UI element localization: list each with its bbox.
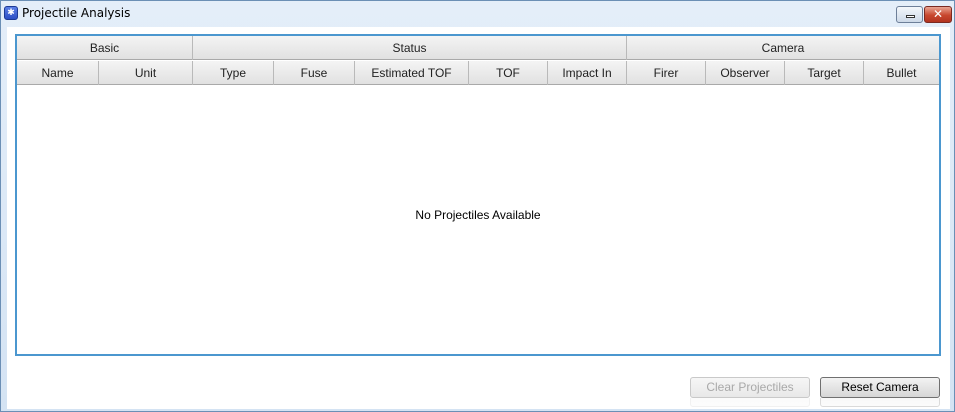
clear-button-reflection-image (690, 398, 810, 407)
column-header-bullet[interactable]: Bullet (864, 61, 939, 85)
reset-button-reflection-image (820, 398, 940, 407)
group-header-basic[interactable]: Basic (17, 36, 193, 60)
column-header-unit[interactable]: Unit (99, 61, 193, 85)
title-bar[interactable]: ✱ Projectile Analysis ✕ (1, 1, 954, 25)
column-header-estimated-tof[interactable]: Estimated TOF (355, 61, 469, 85)
projectile-analysis-window: ✱ Projectile Analysis ✕ Basic Status Cam… (0, 0, 955, 412)
client-area: Basic Status Camera Name Unit Type Fuse … (7, 27, 950, 409)
column-header-observer[interactable]: Observer (706, 61, 785, 85)
column-header-type[interactable]: Type (193, 61, 274, 85)
column-header-target[interactable]: Target (785, 61, 864, 85)
column-header: Name Unit Type Fuse Estimated TOF TOF Im… (17, 61, 939, 85)
clear-projectiles-button[interactable]: Clear Projectiles (690, 377, 810, 398)
app-icon: ✱ (4, 6, 18, 20)
close-button[interactable]: ✕ (924, 6, 952, 23)
column-header-impact-in[interactable]: Impact In (548, 61, 627, 85)
window-title: Projectile Analysis (22, 6, 131, 20)
reset-camera-button[interactable]: Reset Camera (820, 377, 940, 398)
column-group-header: Basic Status Camera (17, 36, 939, 60)
close-icon: ✕ (932, 7, 944, 21)
projectile-table[interactable]: Basic Status Camera Name Unit Type Fuse … (15, 34, 941, 356)
column-header-name[interactable]: Name (17, 61, 99, 85)
reset-button-reflection (820, 398, 940, 407)
column-header-fuse[interactable]: Fuse (274, 61, 355, 85)
group-header-camera[interactable]: Camera (627, 36, 939, 60)
column-header-tof[interactable]: TOF (469, 61, 548, 85)
group-header-status[interactable]: Status (193, 36, 627, 60)
minimize-button[interactable] (896, 6, 923, 23)
empty-table-message: No Projectiles Available (415, 208, 541, 222)
minimize-icon (906, 15, 915, 18)
column-header-firer[interactable]: Firer (627, 61, 706, 85)
clear-button-reflection (690, 398, 810, 407)
